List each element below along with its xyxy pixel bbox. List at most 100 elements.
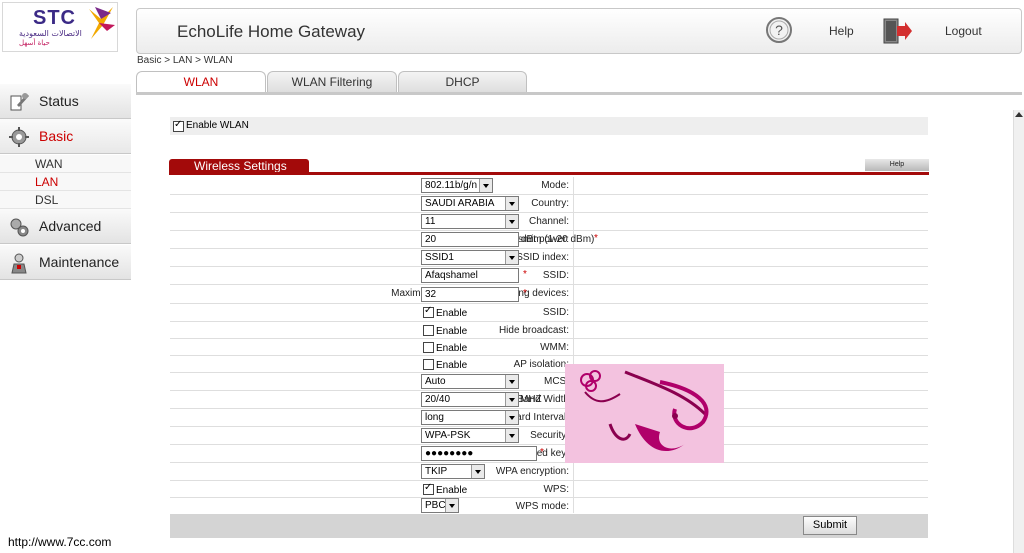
form-row-channel: Channel: 11 [170, 213, 928, 231]
tab-wlan[interactable]: WLAN [136, 71, 266, 93]
wpa-key-value: ●●●●●●●● [425, 448, 474, 459]
sidebar-item-label: Advanced [39, 218, 102, 234]
required-marker: * [540, 447, 544, 458]
sidebar-item-status[interactable]: Status [0, 84, 131, 119]
mode-label: Mode: [541, 180, 569, 191]
sidebar-subitem-label: LAN [35, 175, 59, 189]
wps-mode-label: WPS mode: [515, 501, 569, 512]
enable-wlan-row: Enable WLAN [170, 117, 928, 135]
logout-link[interactable]: Logout [945, 24, 982, 38]
chevron-down-icon [505, 429, 518, 442]
panel-title: Wireless Settings [194, 159, 287, 173]
ssid-enable-label: SSID: [542, 307, 569, 318]
wpa-key-input[interactable]: ●●●●●●●● [421, 446, 537, 461]
max-devices-input[interactable]: 32 [421, 287, 519, 302]
band-width-select[interactable]: 20/40 [421, 392, 519, 407]
wireless-settings-form: Mode: 802.11b/g/n Country: SAUDI ARABIA … [170, 177, 928, 513]
question-circle-icon[interactable]: ? [765, 16, 793, 44]
transmit-power-value: 20 [425, 234, 437, 245]
breadcrumb: Basic > LAN > WLAN [137, 55, 233, 66]
calligraphy-decoration-icon [565, 364, 724, 463]
form-row-wpa-key: WPA pre-shared key: ●●●●●●●● * [170, 445, 928, 463]
top-header: EchoLife Home Gateway ? Help Logout [136, 8, 1022, 54]
sidebar-item-maintenance[interactable]: Maintenance [0, 245, 131, 280]
chevron-down-icon [505, 215, 518, 228]
transmit-power-input[interactable]: 20 [421, 232, 519, 247]
mode-select[interactable]: 802.11b/g/n [421, 178, 493, 193]
required-marker: * [594, 233, 598, 244]
channel-select[interactable]: 11 [421, 214, 519, 229]
ap-isolation-checkbox[interactable] [423, 359, 434, 370]
sidebar-subitem-label: WAN [35, 157, 63, 171]
exit-door-icon[interactable] [881, 17, 913, 45]
hide-broadcast-option: Enable [436, 326, 468, 337]
ssid-index-label: SSID index: [516, 252, 569, 263]
hide-broadcast-checkbox[interactable] [423, 325, 434, 336]
tab-underline [136, 92, 1022, 95]
form-row-mode: Mode: 802.11b/g/n [170, 177, 928, 195]
wps-mode-value: PBC [425, 500, 446, 511]
sidebar-item-label: Basic [39, 128, 74, 144]
form-row-ssid-index: SSID index: SSID1 [170, 249, 928, 267]
chevron-down-icon [505, 251, 518, 264]
wpa-encryption-label: WPA encryption: [495, 466, 569, 477]
channel-label: Channel: [528, 216, 569, 227]
wpa-encryption-select[interactable]: TKIP [421, 464, 485, 479]
guard-interval-value: long [425, 412, 444, 423]
security-value: WPA-PSK [425, 430, 471, 441]
max-devices-value: 32 [425, 289, 437, 300]
band-width-value: 20/40 [425, 394, 451, 405]
form-row-ap-isolation: AP isolation: Enable [170, 356, 928, 373]
security-label: Security: [530, 430, 569, 441]
wps-checkbox[interactable] [423, 482, 434, 495]
stc-logo: STC الاتصالات السعودية حياة أسهل [2, 2, 118, 52]
security-select[interactable]: WPA-PSK [421, 428, 519, 443]
submit-button[interactable]: Submit [803, 516, 857, 535]
wps-mode-select[interactable]: PBC [421, 498, 459, 513]
form-row-band-width: Band Width 20/40 MHZ [170, 391, 928, 409]
ssid-index-select[interactable]: SSID1 [421, 250, 519, 265]
chevron-down-icon [445, 499, 458, 512]
logo-arabic-line2: حياة أسهل [19, 39, 50, 47]
mcs-value: Auto [425, 376, 446, 387]
chevron-down-icon [505, 375, 518, 388]
country-select[interactable]: SAUDI ARABIA [421, 196, 519, 211]
left-navigation: STC الاتصالات السعودية حياة أسهل Status … [0, 0, 131, 553]
wpa-encryption-value: TKIP [425, 466, 448, 477]
decorative-overlay-image [565, 364, 724, 463]
help-link[interactable]: Help [829, 24, 854, 38]
scroll-up-arrow-icon[interactable] [1015, 112, 1023, 117]
form-row-max-devices: Maximum number of accessing devices: 32 … [170, 285, 928, 304]
mcs-select[interactable]: Auto [421, 374, 519, 389]
maintenance-icon [11, 253, 27, 274]
panel-help-button[interactable]: Help [865, 159, 929, 171]
sidebar-item-advanced[interactable]: Advanced [0, 209, 131, 244]
tab-dhcp[interactable]: DHCP [398, 71, 527, 92]
status-icon [10, 93, 29, 111]
sidebar-subitem-lan[interactable]: LAN [0, 173, 131, 191]
ssid-input[interactable]: Afaqshamel [421, 268, 519, 283]
vertical-scrollbar[interactable] [1013, 110, 1024, 553]
enable-wlan-label: Enable WLAN [186, 120, 249, 131]
form-row-country: Country: SAUDI ARABIA [170, 195, 928, 213]
sidebar-item-basic[interactable]: Basic [0, 119, 131, 154]
submit-bar: Submit [170, 514, 928, 538]
gear-icon [9, 127, 29, 147]
country-label: Country: [531, 198, 569, 209]
chevron-down-icon [505, 197, 518, 210]
ssid-enable-checkbox[interactable] [423, 305, 434, 318]
ssid-label: SSID: [542, 270, 569, 281]
sidebar-subitem-dsl[interactable]: DSL [0, 191, 131, 209]
sidebar-subitem-wan[interactable]: WAN [0, 155, 131, 173]
advanced-icon [10, 218, 29, 237]
wmm-option: Enable [436, 343, 468, 354]
guard-interval-select[interactable]: long [421, 410, 519, 425]
form-row-mcs: MCS: Auto [170, 373, 928, 391]
wmm-checkbox[interactable] [423, 342, 434, 353]
logo-arabic-line1: الاتصالات السعودية [19, 29, 82, 38]
svg-text:?: ? [775, 22, 783, 38]
enable-wlan-checkbox[interactable] [173, 119, 184, 132]
chevron-down-icon [479, 179, 492, 192]
tab-wlan-filtering[interactable]: WLAN Filtering [267, 71, 397, 92]
form-row-wps-mode: WPS mode: PBC [170, 498, 928, 513]
